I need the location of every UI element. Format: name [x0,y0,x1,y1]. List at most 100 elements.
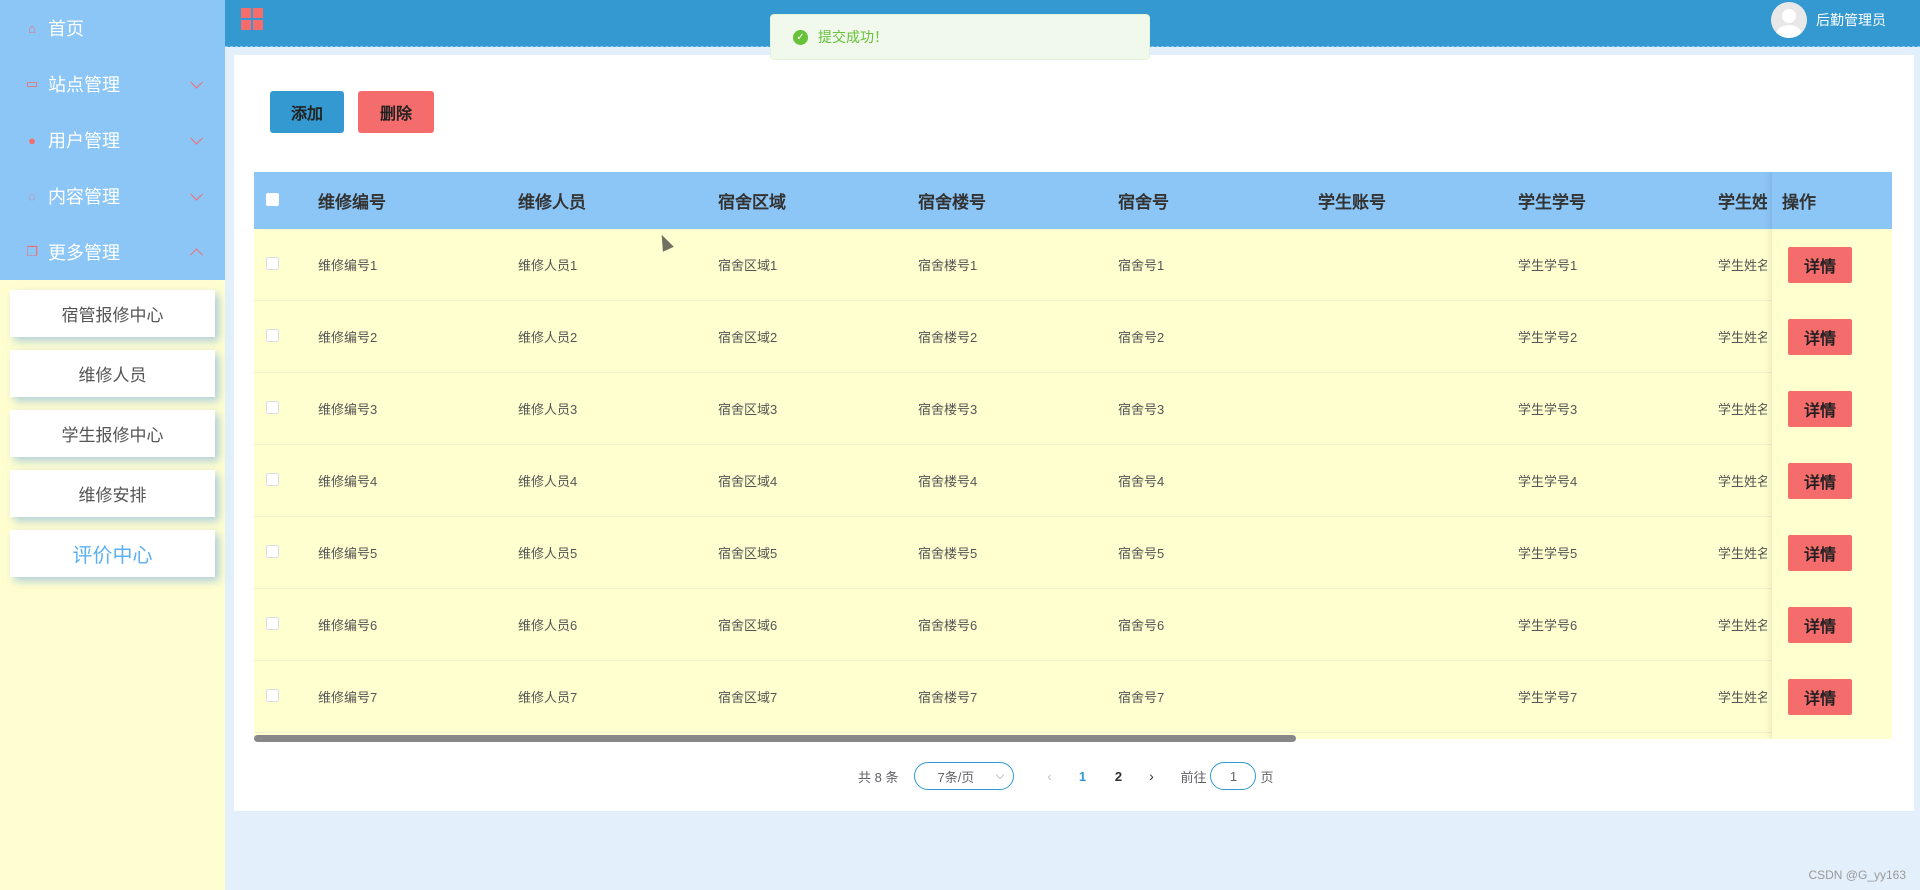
row-checkbox[interactable] [266,400,279,414]
table-cell: 学生学号5 [1518,546,1578,561]
table-cell: 学生姓名7 [1718,690,1767,705]
detail-button[interactable]: 详情 [1788,463,1852,499]
submenu-item-dorm-repair-center[interactable]: 宿管报修中心 [10,290,215,337]
table-cell: 宿舍号7 [1118,690,1165,705]
submenu: 宿管报修中心 维修人员 学生报修中心 维修安排 评价中心 [0,280,225,577]
table-cell: 维修编号7 [318,690,378,705]
sidebar-item-user-management[interactable]: ● 用户管理 [0,112,225,168]
sidebar-item-label: 站点管理 [48,75,120,95]
submenu-item-student-repair-center[interactable]: 学生报修中心 [10,410,215,457]
sidebar-item-label: 首页 [48,19,84,39]
goto-label: 前往 [1180,769,1207,785]
table-cell: 宿舍楼号4 [918,474,978,489]
table-row: 维修编号6 维修人员6 宿舍区域6 宿舍楼号6 宿舍号6 学生学号6 学生姓名6 [254,589,1892,661]
horizontal-scrollbar[interactable] [254,735,1296,742]
table-cell: 学生学号7 [1518,690,1578,705]
data-table: 维修编号 维修人员 宿舍区域 宿舍楼号 宿舍号 学生账号 学生学号 学生姓名 维… [254,172,1892,739]
page-size-select[interactable]: 7条/页 [914,762,1015,790]
table-body: 维修编号1维修人员1宿舍区域1宿舍楼号1宿舍号1学生学号1学生姓名1维修编号2维… [254,229,1892,733]
submenu-item-evaluation-center[interactable]: 评价中心 [10,530,215,577]
goto-page-input[interactable]: 1 [1210,762,1257,790]
table-cell: 学生学号1 [1518,258,1578,273]
table-cell: 学生姓名5 [1718,546,1767,561]
table-cell: 学生学号3 [1518,402,1578,417]
table-cell: 学生姓名2 [1718,330,1767,345]
table-cell: 学生学号6 [1518,618,1578,633]
sidebar-item-more-management[interactable]: ❐ 更多管理 [0,224,225,280]
submenu-item-repair-staff[interactable]: 维修人员 [10,350,215,397]
table-cell: 宿舍楼号7 [918,690,978,705]
detail-button[interactable]: 详情 [1788,607,1852,643]
table-cell: 维修编号1 [318,258,378,273]
delete-button[interactable]: 删除 [358,91,434,133]
page-number-2[interactable]: 2 [1100,769,1136,784]
sidebar-item-content-management[interactable]: ◌ 内容管理 [0,168,225,224]
detail-button[interactable]: 详情 [1788,391,1852,427]
column-header: 学生学号 [1518,193,1586,212]
sidebar-item-label: 用户管理 [48,131,120,151]
table-cell: 维修人员5 [518,546,578,561]
table-cell: 宿舍楼号5 [918,546,978,561]
column-header: 学生账号 [1318,193,1386,212]
chevron-up-icon [190,248,203,262]
table-cell: 宿舍区域5 [718,546,778,561]
column-header: 维修人员 [518,193,586,212]
table-cell: 维修编号5 [318,546,378,561]
table-cell: 宿舍号3 [1118,402,1165,417]
table-cell: 学生学号2 [1518,330,1578,345]
row-checkbox[interactable] [266,472,279,486]
table-cell: 宿舍区域7 [718,690,778,705]
table-row: 维修编号2 维修人员2 宿舍区域2 宿舍楼号2 宿舍号2 学生学号2 学生姓名2 [254,301,1892,373]
table-cell: 宿舍区域4 [718,474,778,489]
column-header: 维修编号 [318,193,386,212]
detail-button[interactable]: 详情 [1788,535,1852,571]
table-cell: 宿舍区域1 [718,258,778,273]
page-number-1[interactable]: 1 [1064,769,1100,784]
table-cell: 宿舍区域6 [718,618,778,633]
row-checkbox[interactable] [266,256,279,270]
table-row: 维修编号3 维修人员3 宿舍区域3 宿舍楼号3 宿舍号3 学生学号3 学生姓名3 [254,373,1892,445]
detail-button[interactable]: 详情 [1788,679,1852,715]
add-button[interactable]: 添加 [270,91,344,133]
select-all-checkbox[interactable] [266,192,279,206]
user-menu[interactable]: 后勤管理员 [1771,0,1886,40]
table-row: 维修编号7 维修人员7 宿舍区域7 宿舍楼号7 宿舍号7 学生学号7 学生姓名7 [254,661,1892,733]
prev-page-button[interactable]: ‹ [1034,768,1064,784]
sidebar-item-label: 内容管理 [48,187,120,207]
sidebar: ⌂ 首页 ▭ 站点管理 ● 用户管理 ◌ 内容管理 ❐ 更多管理 宿管报修中心 … [0,0,225,890]
chevron-down-icon [190,75,203,89]
sidebar-item-home[interactable]: ⌂ 首页 [0,0,225,56]
monitor-icon: ▭ [25,76,39,91]
next-page-button[interactable]: › [1136,768,1166,784]
table-cell: 宿舍楼号1 [918,258,978,273]
table-cell: 学生姓名6 [1718,618,1767,633]
home-icon: ⌂ [28,20,36,36]
row-checkbox[interactable] [266,616,279,630]
user-name: 后勤管理员 [1816,12,1886,28]
table-cell: 宿舍区域2 [718,330,778,345]
detail-button[interactable]: 详情 [1788,247,1852,283]
row-checkbox[interactable] [266,544,279,558]
chevron-down-icon [190,187,203,201]
goto-suffix: 页 [1260,769,1274,785]
table-cell: 维修编号6 [318,618,378,633]
column-header: 宿舍号 [1118,193,1169,212]
submenu-item-repair-schedule[interactable]: 维修安排 [10,470,215,517]
sidebar-item-label: 更多管理 [48,243,120,263]
column-header: 学生姓名 [1718,193,1767,212]
table-cell: 维修人员1 [518,258,578,273]
table-header: 维修编号 维修人员 宿舍区域 宿舍楼号 宿舍号 学生账号 学生学号 学生姓名 [254,172,1892,229]
table-cell: 维修编号4 [318,474,378,489]
success-toast: ✓ 提交成功！ [770,14,1150,60]
table-row: 维修编号4 维修人员4 宿舍区域4 宿舍楼号4 宿舍号4 学生学号4 学生姓名4 [254,445,1892,517]
avatar [1771,2,1807,38]
table-cell: 学生学号4 [1518,474,1578,489]
table-cell: 维修人员7 [518,690,578,705]
row-checkbox[interactable] [266,688,279,702]
table-cell: 宿舍号4 [1118,474,1165,489]
detail-button[interactable]: 详情 [1788,319,1852,355]
row-checkbox[interactable] [266,328,279,342]
sidebar-item-site-management[interactable]: ▭ 站点管理 [0,56,225,112]
toast-message: 提交成功！ [818,29,888,45]
chat-icon: ◌ [28,188,36,204]
